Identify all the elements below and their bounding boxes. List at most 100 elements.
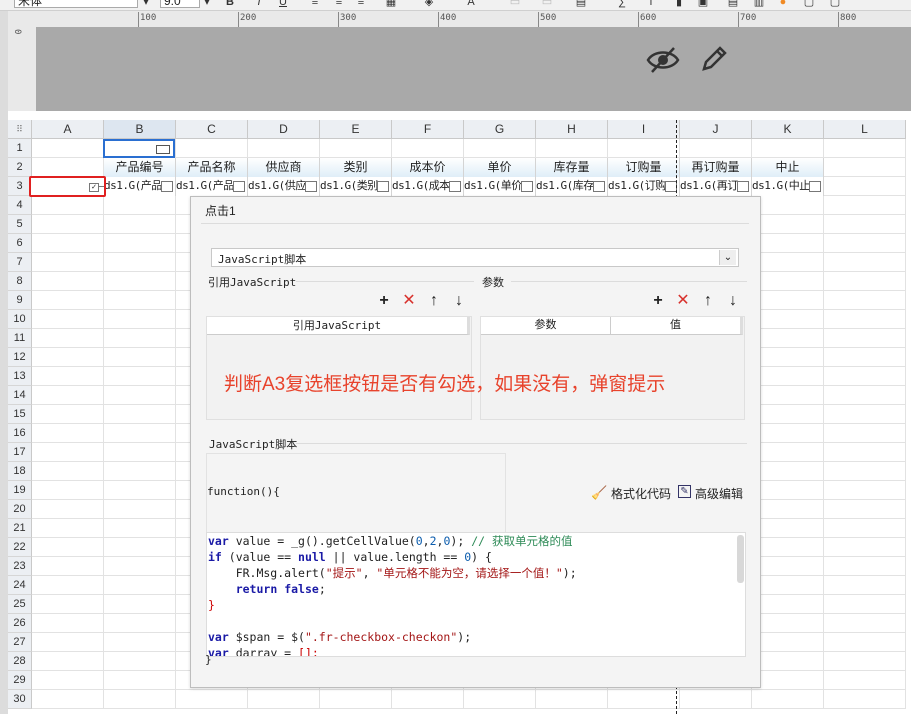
row-header-13[interactable]: 13 — [8, 367, 32, 386]
add-icon[interactable]: + — [650, 293, 666, 309]
header-cell[interactable]: 库存量 — [536, 158, 608, 177]
header-cell[interactable]: 单价 — [464, 158, 536, 177]
column-header-k[interactable]: K — [752, 120, 824, 139]
align-center-icon[interactable]: ≡ — [332, 0, 346, 8]
more-icon[interactable]: ▢ — [828, 0, 842, 8]
chevron-down-icon[interactable]: ▾ — [139, 0, 153, 8]
header-cell[interactable]: 产品名称 — [176, 158, 248, 177]
column-header-b[interactable]: B — [104, 120, 176, 139]
data-cell[interactable]: ds1.G(产品 — [176, 177, 248, 196]
checkbox-icon[interactable]: ✓ — [89, 183, 99, 192]
row-header-8[interactable]: 8 — [8, 272, 32, 291]
move-down-icon[interactable]: ↓ — [451, 293, 467, 309]
edit-icon[interactable]: ✎ — [678, 485, 691, 498]
row-header-26[interactable]: 26 — [8, 614, 32, 633]
header-cell[interactable]: 中止 — [752, 158, 824, 177]
column-header-i[interactable]: I — [608, 120, 680, 139]
row-header-22[interactable]: 22 — [8, 538, 32, 557]
row-header-4[interactable]: 4 — [8, 196, 32, 215]
border-icon[interactable]: ▦ — [384, 0, 398, 8]
row-header-12[interactable]: 12 — [8, 348, 32, 367]
code-content[interactable]: var value = _g().getCellValue(0,2,0); //… — [208, 533, 728, 656]
column-header-j[interactable]: J — [680, 120, 752, 139]
column-header-c[interactable]: C — [176, 120, 248, 139]
params-table[interactable]: 参数 值 — [480, 316, 745, 420]
row-header-24[interactable]: 24 — [8, 576, 32, 595]
script-type-select[interactable]: JavaScript脚本 ⌄ — [211, 248, 739, 267]
row-header-9[interactable]: 9 — [8, 291, 32, 310]
delete-icon[interactable]: ✕ — [401, 293, 417, 309]
row-header-18[interactable]: 18 — [8, 462, 32, 481]
selected-cell-b1[interactable] — [103, 139, 175, 158]
data-cell[interactable]: ds1.G(中止) — [752, 177, 824, 196]
row-header-5[interactable]: 5 — [8, 215, 32, 234]
flash-chart-icon[interactable]: ● — [776, 0, 790, 8]
row-header-11[interactable]: 11 — [8, 329, 32, 348]
text-icon[interactable]: ▤ — [726, 0, 740, 8]
data-cell[interactable]: ds1.G(成本 — [392, 177, 464, 196]
row-header-27[interactable]: 27 — [8, 633, 32, 652]
row-header-25[interactable]: 25 — [8, 595, 32, 614]
fill-color-icon[interactable]: ◈ — [422, 0, 436, 8]
row-header-28[interactable]: 28 — [8, 652, 32, 671]
align-right-icon[interactable]: ≡ — [354, 0, 368, 8]
row-header-20[interactable]: 20 — [8, 500, 32, 519]
row-header-21[interactable]: 21 — [8, 519, 32, 538]
row-header-16[interactable]: 16 — [8, 424, 32, 443]
row-header-1[interactable]: 1 — [8, 139, 32, 158]
add-icon[interactable]: + — [376, 293, 392, 309]
code-editor[interactable]: var value = _g().getCellValue(0,2,0); //… — [206, 532, 746, 657]
chevron-down-icon[interactable]: ⌄ — [719, 250, 736, 265]
font-size-select[interactable]: 9.0 — [160, 0, 200, 8]
chevron-down-icon[interactable]: ▾ — [200, 0, 214, 8]
move-up-icon[interactable]: ↑ — [426, 293, 442, 309]
font-color-icon[interactable]: A — [464, 0, 478, 8]
column-header-g[interactable]: G — [464, 120, 536, 139]
row-header-15[interactable]: 15 — [8, 405, 32, 424]
pencil-icon[interactable] — [698, 43, 730, 75]
insert-icon[interactable]: ▤ — [574, 0, 588, 8]
bold-button[interactable]: B — [223, 0, 237, 8]
data-cell[interactable]: ds1.G(产品 — [104, 177, 176, 196]
row-header-30[interactable]: 30 — [8, 690, 32, 709]
row-header-6[interactable]: 6 — [8, 234, 32, 253]
column-header-h[interactable]: H — [536, 120, 608, 139]
data-cell[interactable]: ds1.G(类别 — [320, 177, 392, 196]
image-icon[interactable]: ▣ — [696, 0, 710, 8]
advanced-edit-button[interactable]: 高级编辑 — [695, 485, 743, 502]
row-header-19[interactable]: 19 — [8, 481, 32, 500]
widget-icon[interactable]: ▥ — [752, 0, 766, 8]
column-header-e[interactable]: E — [320, 120, 392, 139]
row-header-2[interactable]: 2 — [8, 158, 32, 177]
ref-js-table[interactable]: 引用JavaScript — [206, 316, 472, 420]
data-cell[interactable]: ds1.G(单价) — [464, 177, 536, 196]
header-cell[interactable]: 再订购量 — [680, 158, 752, 177]
column-header-l[interactable]: L — [824, 120, 906, 139]
header-cell[interactable]: 订购量 — [608, 158, 680, 177]
data-cell[interactable]: ds1.G(再订 — [680, 177, 752, 196]
row-header-14[interactable]: 14 — [8, 386, 32, 405]
move-up-icon[interactable]: ↑ — [700, 293, 716, 309]
format-code-button[interactable]: 格式化代码 — [611, 485, 671, 502]
eye-slash-icon[interactable] — [646, 45, 680, 75]
data-cell[interactable]: ds1.G(库存 — [536, 177, 608, 196]
header-cell[interactable]: 类别 — [320, 158, 392, 177]
column-header-a[interactable]: A — [32, 120, 104, 139]
row-header-17[interactable]: 17 — [8, 443, 32, 462]
row-header-7[interactable]: 7 — [8, 253, 32, 272]
italic-button[interactable]: I — [252, 0, 266, 8]
preview-icon[interactable]: ▢ — [802, 0, 816, 8]
row-header-10[interactable]: 10 — [8, 310, 32, 329]
column-header-f[interactable]: F — [392, 120, 464, 139]
delete-icon[interactable]: ✕ — [675, 293, 691, 309]
unmerge-icon[interactable]: ▭ — [540, 0, 554, 8]
move-down-icon[interactable]: ↓ — [725, 293, 741, 309]
font-family-select[interactable]: 宋体 — [14, 0, 138, 8]
broom-icon[interactable]: 🧹 — [591, 485, 607, 501]
formula-icon[interactable]: f — [644, 0, 658, 8]
header-cell[interactable]: 供应商 — [248, 158, 320, 177]
column-header-d[interactable]: D — [248, 120, 320, 139]
scrollbar-thumb[interactable] — [737, 535, 744, 583]
sigma-icon[interactable]: ∑ — [615, 0, 629, 8]
row-header-29[interactable]: 29 — [8, 671, 32, 690]
